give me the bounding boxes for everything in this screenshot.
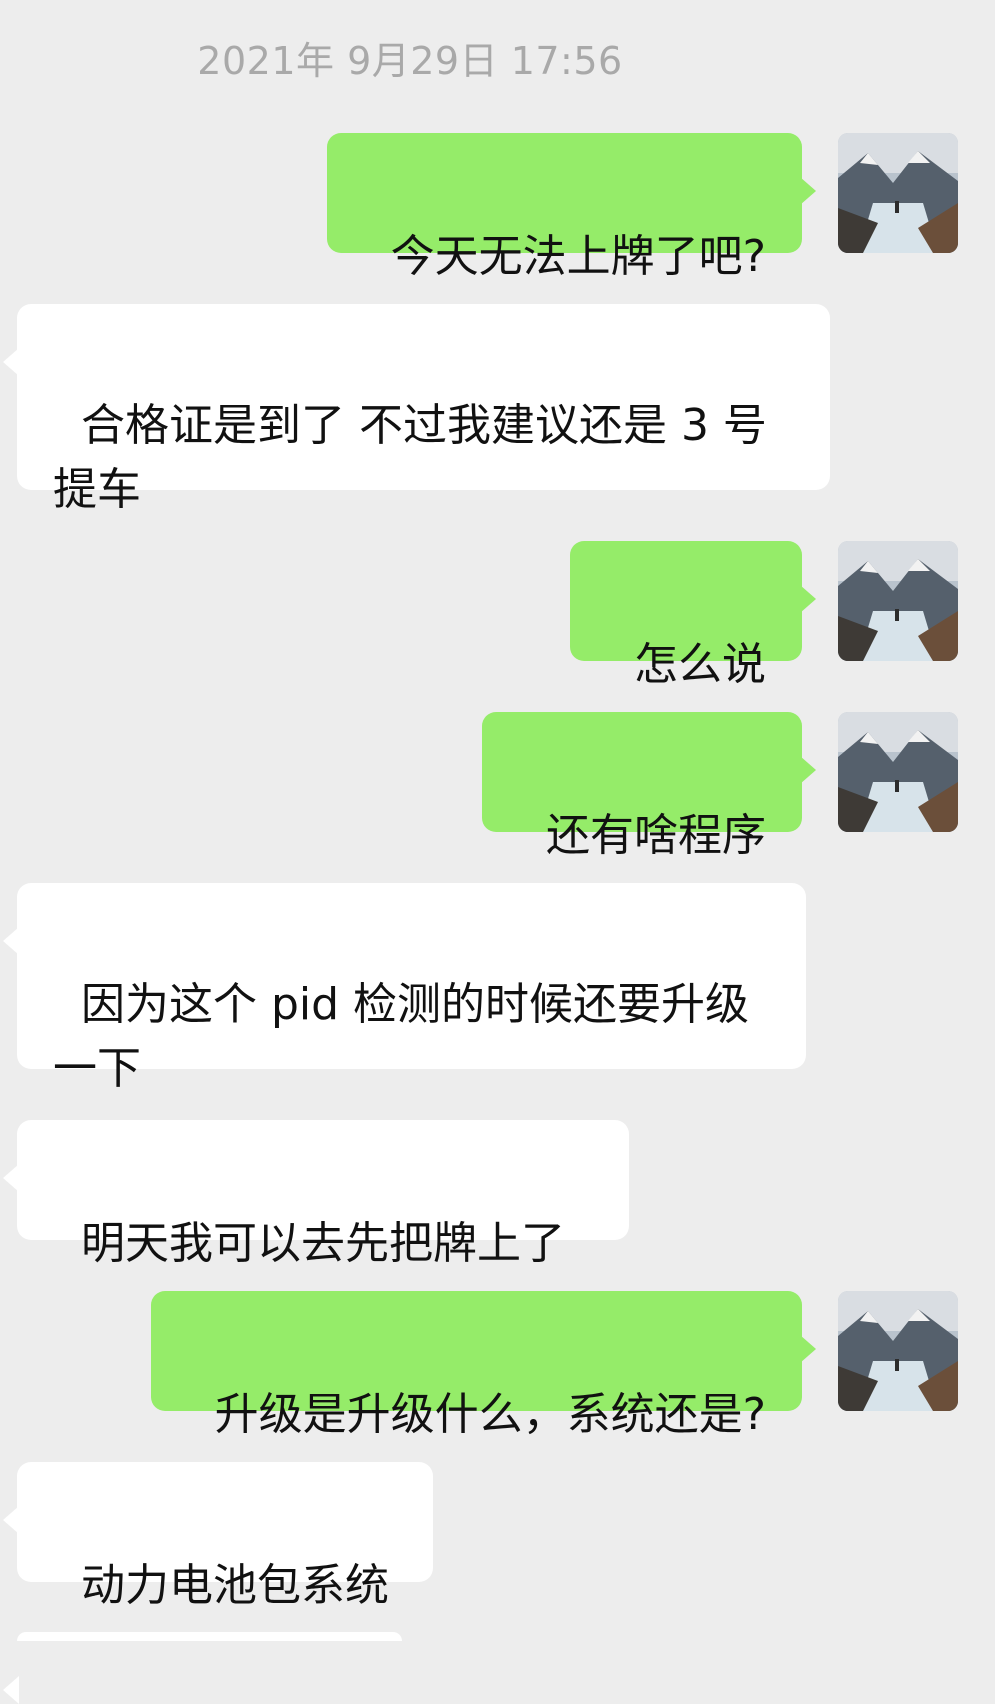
message-text: 今天无法上牌了吧? bbox=[390, 231, 766, 282]
message-bubble-received[interactable]: 合格证是到了 不过我建议还是 3 号 提车 bbox=[3, 304, 830, 515]
chat-timestamp: 2021年 9月29日 17:56 bbox=[197, 39, 623, 83]
mountain-lake-avatar-icon bbox=[838, 1291, 958, 1411]
user-avatar[interactable] bbox=[838, 541, 958, 661]
user-avatar[interactable] bbox=[838, 712, 958, 832]
message-text: 动力电池包系统 bbox=[80, 1560, 389, 1611]
message-bubble-sent[interactable]: 升级是升级什么，系统还是? bbox=[150, 1291, 817, 1440]
message-text: 还有啥程序 bbox=[546, 810, 766, 861]
message-text: 怎么说 bbox=[634, 639, 766, 690]
message-bubble-received[interactable]: 明天我可以去先把牌上了 bbox=[3, 1120, 629, 1269]
user-avatar[interactable] bbox=[838, 1291, 958, 1411]
message-bubble-received[interactable]: 因为这个 pid 检测的时候还要升级 一下 bbox=[3, 883, 806, 1094]
message-bubble-received[interactable]: 动力电池包系统 bbox=[3, 1462, 433, 1611]
message-text: 升级是升级什么，系统还是? bbox=[214, 1389, 766, 1440]
message-text: 因为这个 pid 检测的时候还要升级 一下 bbox=[53, 979, 750, 1094]
message-text: 明天我可以去先把牌上了 bbox=[80, 1218, 565, 1269]
message-bubble-sent[interactable]: 怎么说 bbox=[570, 541, 816, 690]
mountain-lake-avatar-icon bbox=[838, 712, 958, 832]
message-bubble-received-partial[interactable] bbox=[3, 1632, 402, 1704]
message-bubble-sent[interactable]: 还有啥程序 bbox=[482, 712, 816, 861]
user-avatar[interactable] bbox=[838, 133, 958, 253]
message-bubble-sent[interactable]: 今天无法上牌了吧? bbox=[326, 133, 817, 282]
message-text: 合格证是到了 不过我建议还是 3 号 提车 bbox=[53, 400, 767, 515]
mountain-lake-avatar-icon bbox=[838, 133, 958, 253]
mountain-lake-avatar-icon bbox=[838, 541, 958, 661]
